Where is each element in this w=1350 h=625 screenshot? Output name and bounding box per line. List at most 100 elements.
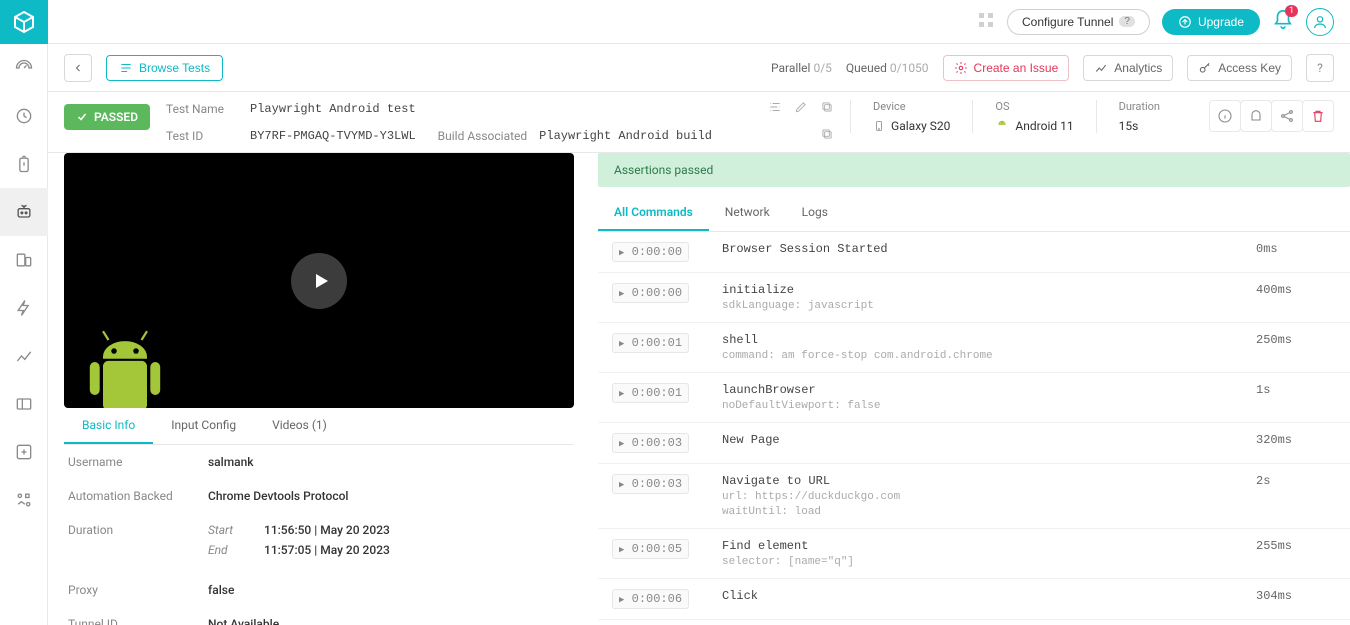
command-title: initialize xyxy=(722,283,1256,297)
copy-id-icon[interactable] xyxy=(820,127,834,144)
info-row-duration: Duration Start11:56:50 | May 20 2023 End… xyxy=(64,513,566,573)
sidebar-robot-icon[interactable] xyxy=(0,188,48,236)
command-duration: 2s xyxy=(1256,474,1336,488)
command-row[interactable]: ▶ 0:00:01 shell command: am force-stop c… xyxy=(598,323,1350,373)
command-time: ▶ 0:00:01 xyxy=(612,333,722,353)
copy-name-icon[interactable] xyxy=(820,100,834,117)
command-row[interactable]: ▶ 0:00:00 initialize sdkLanguage: javasc… xyxy=(598,273,1350,323)
os-label: OS xyxy=(995,100,1073,113)
assertion-banner: Assertions passed xyxy=(598,153,1350,187)
info-row-tunnel: Tunnel ID Not Available xyxy=(64,607,566,625)
command-row[interactable]: ▶ 0:00:03 New Page 320ms xyxy=(598,423,1350,464)
info-action-icon[interactable] xyxy=(1209,100,1241,132)
configure-tunnel-label: Configure Tunnel xyxy=(1022,15,1113,29)
build-assoc-label: Build Associated xyxy=(438,129,528,143)
command-row[interactable]: ▶ 0:00:01 launchBrowser noDefaultViewpor… xyxy=(598,373,1350,423)
command-title: New Page xyxy=(722,433,1256,447)
upgrade-button[interactable]: Upgrade xyxy=(1162,9,1260,35)
create-issue-label: Create an Issue xyxy=(974,61,1059,75)
share-action-icon[interactable] xyxy=(1271,100,1303,132)
tab-logs[interactable]: Logs xyxy=(786,195,844,231)
screenshot-action-icon[interactable] xyxy=(1240,100,1272,132)
basic-info-panel: Username salmank Automation Backed Chrom… xyxy=(64,445,574,625)
sidebar-dashboard-icon[interactable] xyxy=(0,44,48,92)
help-button[interactable]: ? xyxy=(1306,54,1334,82)
sidebar-layout-icon[interactable] xyxy=(0,380,48,428)
command-title: launchBrowser xyxy=(722,383,1256,397)
android-mascot-icon xyxy=(70,318,180,408)
tab-basic-info[interactable]: Basic Info xyxy=(64,408,153,444)
notification-count-badge: 1 xyxy=(1285,5,1298,17)
play-button[interactable] xyxy=(291,253,347,309)
test-meta-bar: PASSED Test Name Playwright Android test… xyxy=(48,92,1350,153)
queued-info: Queued 0/1050 xyxy=(846,61,929,75)
filter-icon[interactable] xyxy=(768,100,782,117)
sidebar-devices-icon[interactable] xyxy=(0,236,48,284)
command-title: Browser Session Started xyxy=(722,242,1256,256)
duration-value: 15s xyxy=(1119,119,1160,133)
command-tabs: All Commands Network Logs xyxy=(598,195,1350,232)
command-list[interactable]: ▶ 0:00:00 Browser Session Started 0ms ▶ … xyxy=(598,232,1350,625)
command-duration: 255ms xyxy=(1256,539,1336,553)
parallel-info: Parallel 0/5 xyxy=(771,61,832,75)
command-time: ▶ 0:00:03 xyxy=(612,474,722,494)
command-title: shell xyxy=(722,333,1256,347)
topbar: Configure Tunnel ? Upgrade 1 xyxy=(48,0,1350,44)
apps-grid-icon[interactable] xyxy=(977,11,995,33)
command-title: Find element xyxy=(722,539,1256,553)
tab-videos[interactable]: Videos (1) xyxy=(254,408,345,444)
command-time: ▶ 0:00:00 xyxy=(612,242,722,262)
command-row[interactable]: ▶ 0:00:06 Type text text: Playwright 621… xyxy=(598,620,1350,625)
info-row-proxy: Proxy false xyxy=(64,573,566,607)
sidebar-battery-icon[interactable] xyxy=(0,140,48,188)
command-row[interactable]: ▶ 0:00:03 Navigate to URL url: https://d… xyxy=(598,464,1350,529)
configure-help-badge: ? xyxy=(1119,16,1135,27)
command-row[interactable]: ▶ 0:00:00 Browser Session Started 0ms xyxy=(598,232,1350,273)
command-duration: 320ms xyxy=(1256,433,1336,447)
video-player xyxy=(64,153,574,408)
command-title: Navigate to URL xyxy=(722,474,1256,488)
sidebar xyxy=(0,0,48,625)
command-duration: 0ms xyxy=(1256,242,1336,256)
notifications-button[interactable]: 1 xyxy=(1272,9,1294,35)
sidebar-add-icon[interactable] xyxy=(0,428,48,476)
access-key-button[interactable]: Access Key xyxy=(1187,55,1292,81)
delete-action-icon[interactable] xyxy=(1302,100,1334,132)
command-time: ▶ 0:00:06 xyxy=(612,589,722,609)
edit-icon[interactable] xyxy=(794,100,808,117)
tab-all-commands[interactable]: All Commands xyxy=(598,195,709,231)
user-avatar[interactable] xyxy=(1306,8,1334,36)
create-issue-button[interactable]: Create an Issue xyxy=(943,55,1070,81)
tab-input-config[interactable]: Input Config xyxy=(153,408,254,444)
back-button[interactable] xyxy=(64,54,92,82)
test-name-value: Playwright Android test xyxy=(250,102,416,116)
info-row-username: Username salmank xyxy=(64,445,566,479)
browse-tests-label: Browse Tests xyxy=(139,61,210,75)
analytics-button[interactable]: Analytics xyxy=(1083,55,1173,81)
info-row-automation: Automation Backed Chrome Devtools Protoc… xyxy=(64,479,566,513)
command-row[interactable]: ▶ 0:00:05 Find element selector: [name="… xyxy=(598,529,1350,579)
command-duration: 400ms xyxy=(1256,283,1336,297)
command-title: Click xyxy=(722,589,1256,603)
command-duration: 304ms xyxy=(1256,589,1336,603)
test-id-label: Test ID xyxy=(166,129,238,143)
test-id-value: BY7RF-PMGAQ-TVYMD-Y3LWL xyxy=(250,129,416,143)
sidebar-history-icon[interactable] xyxy=(0,92,48,140)
command-row[interactable]: ▶ 0:00:06 Click 304ms xyxy=(598,579,1350,620)
command-time: ▶ 0:00:03 xyxy=(612,433,722,453)
tab-network[interactable]: Network xyxy=(709,195,786,231)
logo[interactable] xyxy=(0,0,48,44)
analytics-label: Analytics xyxy=(1114,61,1162,75)
command-time: ▶ 0:00:05 xyxy=(612,539,722,559)
device-value: Galaxy S20 xyxy=(873,119,950,133)
sidebar-analytics-icon[interactable] xyxy=(0,332,48,380)
browse-tests-button[interactable]: Browse Tests xyxy=(106,55,223,81)
subheader: Browse Tests Parallel 0/5 Queued 0/1050 … xyxy=(48,44,1350,92)
configure-tunnel-button[interactable]: Configure Tunnel ? xyxy=(1007,9,1150,35)
os-value: Android 11 xyxy=(995,119,1073,133)
build-assoc-value: Playwright Android build xyxy=(539,129,712,143)
sidebar-performance-icon[interactable] xyxy=(0,284,48,332)
left-tabs: Basic Info Input Config Videos (1) xyxy=(64,408,574,445)
sidebar-integrations-icon[interactable] xyxy=(0,476,48,524)
command-time: ▶ 0:00:01 xyxy=(612,383,722,403)
